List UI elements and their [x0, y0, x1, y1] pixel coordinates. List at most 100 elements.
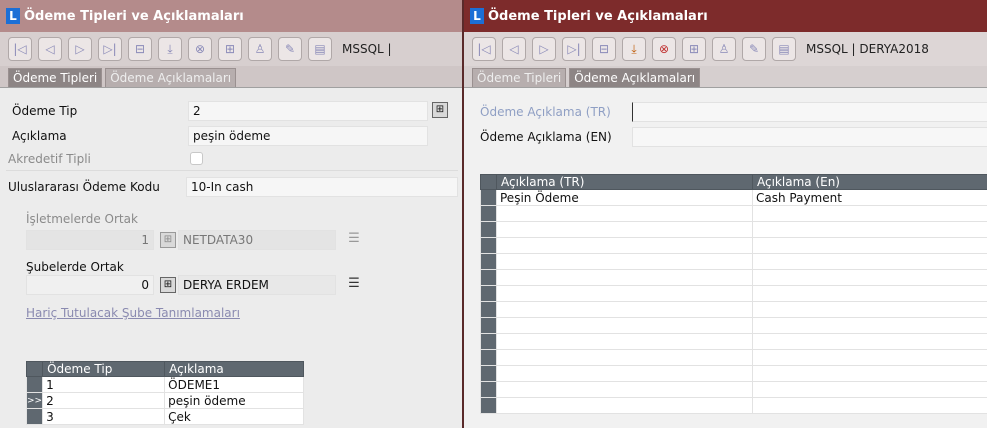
en-input[interactable] [632, 127, 987, 147]
title-bar: L Ödeme Tipleri ve Açıklamaları [0, 0, 462, 32]
table-row[interactable]: 3 Çek [25, 408, 304, 425]
minus-icon[interactable]: ⊟ [128, 37, 152, 61]
tab-odeme-aciklamalari[interactable]: Ödeme Açıklamaları [105, 68, 237, 87]
cell-aciklama-tr[interactable] [496, 381, 753, 398]
sube-lookup-icon[interactable]: ⊞ [160, 277, 176, 293]
next-record-icon[interactable]: ▷ [68, 37, 92, 61]
window-title: Ödeme Tipleri ve Açıklamaları [24, 8, 244, 24]
cell-aciklama-en[interactable] [752, 381, 987, 398]
row-marker [480, 333, 497, 350]
last-record-icon[interactable]: ▷| [562, 37, 586, 61]
prev-record-icon[interactable]: ◁ [38, 37, 62, 61]
lookup-icon[interactable]: ⊞ [432, 102, 448, 118]
cell-aciklama-en[interactable] [752, 301, 987, 318]
cell-aciklama-en[interactable] [752, 205, 987, 222]
first-record-icon[interactable]: |◁ [8, 37, 32, 61]
col-aciklama-en[interactable]: Açıklama (En) [752, 174, 987, 190]
cell-aciklama-en[interactable] [752, 221, 987, 238]
log-icon[interactable]: ▤ [772, 37, 796, 61]
isletme-lookup-icon: ⊞ [160, 232, 176, 248]
cell-aciklama-tr[interactable] [496, 301, 753, 318]
table-row[interactable]: >> 2 peşin ödeme [25, 392, 304, 409]
cell-aciklama-tr[interactable] [496, 237, 753, 254]
cell-aciklama-tr[interactable]: Peşin Ödeme [496, 189, 753, 206]
table-row[interactable] [480, 269, 987, 286]
cell-aciklama-en[interactable] [752, 285, 987, 302]
cell-aciklama[interactable]: Çek [164, 408, 304, 425]
cell-aciklama-en[interactable] [752, 253, 987, 270]
cell-aciklama-tr[interactable] [496, 221, 753, 238]
cell-aciklama-en[interactable]: Cash Payment [752, 189, 987, 206]
download-icon[interactable]: ⤓ [158, 37, 182, 61]
cell-aciklama-tr[interactable] [496, 205, 753, 222]
cell-aciklama-tr[interactable] [496, 285, 753, 302]
cell-aciklama-tr[interactable] [496, 333, 753, 350]
tr-input[interactable] [632, 102, 987, 122]
cell-aciklama-en[interactable] [752, 269, 987, 286]
table-row[interactable] [480, 333, 987, 350]
tab-odeme-tipleri[interactable]: Ödeme Tipleri [8, 68, 103, 87]
close-circle-icon[interactable]: ⊗ [188, 37, 212, 61]
cell-aciklama-tr[interactable] [496, 317, 753, 334]
close-circle-icon[interactable]: ⊗ [652, 37, 676, 61]
table-row[interactable] [480, 221, 987, 238]
table-row[interactable] [480, 317, 987, 334]
table-row[interactable] [480, 397, 987, 414]
user-icon[interactable]: ♙ [248, 37, 272, 61]
first-record-icon[interactable]: |◁ [472, 37, 496, 61]
cell-aciklama-tr[interactable] [496, 365, 753, 382]
odeme-tip-input[interactable]: 2 [188, 101, 428, 121]
cell-aciklama-tr[interactable] [496, 349, 753, 366]
col-aciklama-tr[interactable]: Açıklama (TR) [496, 174, 753, 190]
table-row[interactable] [480, 205, 987, 222]
table-row[interactable] [480, 349, 987, 366]
add-icon[interactable]: ⊞ [682, 37, 706, 61]
cell-aciklama-en[interactable] [752, 365, 987, 382]
user-icon[interactable]: ♙ [712, 37, 736, 61]
sube-number[interactable]: 0 [26, 275, 154, 295]
table-row[interactable] [480, 365, 987, 382]
cell-aciklama[interactable]: ÖDEME1 [164, 376, 304, 393]
download-icon[interactable]: ⤓ [622, 37, 646, 61]
cell-aciklama-en[interactable] [752, 317, 987, 334]
cell-tip[interactable]: 3 [42, 408, 166, 425]
next-record-icon[interactable]: ▷ [532, 37, 556, 61]
table-row[interactable]: 1 ÖDEME1 [25, 376, 304, 393]
table-row[interactable] [480, 381, 987, 398]
cell-aciklama-tr[interactable] [496, 253, 753, 270]
last-record-icon[interactable]: ▷| [98, 37, 122, 61]
table-row[interactable] [480, 253, 987, 270]
cell-aciklama-en[interactable] [752, 349, 987, 366]
cell-aciklama[interactable]: peşin ödeme [164, 392, 304, 409]
cell-aciklama-tr[interactable] [496, 397, 753, 414]
cell-tip[interactable]: 1 [42, 376, 166, 393]
edit-icon[interactable]: ✎ [278, 37, 302, 61]
table-row[interactable] [480, 237, 987, 254]
cell-aciklama-en[interactable] [752, 397, 987, 414]
row-header-col [480, 174, 497, 190]
sube-list-icon[interactable]: ☰ [346, 277, 362, 293]
sube-name: DERYA ERDEM [178, 275, 336, 295]
prev-record-icon[interactable]: ◁ [502, 37, 526, 61]
edit-icon[interactable]: ✎ [742, 37, 766, 61]
toolbar: |◁ ◁ ▷ ▷| ⊟ ⤓ ⊗ ⊞ ♙ ✎ ▤ MSSQL | DERYA201… [464, 32, 987, 66]
add-icon[interactable]: ⊞ [218, 37, 242, 61]
tab-odeme-aciklamalari[interactable]: Ödeme Açıklamaları [569, 68, 701, 87]
table-row[interactable] [480, 301, 987, 318]
tab-odeme-tipleri[interactable]: Ödeme Tipleri [472, 68, 567, 87]
table-row[interactable]: Peşin Ödeme Cash Payment [480, 189, 987, 206]
akreditif-checkbox[interactable] [190, 152, 203, 165]
minus-icon[interactable]: ⊟ [592, 37, 616, 61]
aciklama-input[interactable]: peşin ödeme [188, 126, 428, 146]
cell-tip[interactable]: 2 [42, 392, 166, 409]
excluded-branches-link[interactable]: Hariç Tutulacak Şube Tanımlamaları [26, 306, 240, 320]
col-odeme-tip[interactable]: Ödeme Tip [42, 361, 166, 377]
cell-aciklama-en[interactable] [752, 333, 987, 350]
col-aciklama[interactable]: Açıklama [164, 361, 304, 377]
cell-aciklama-tr[interactable] [496, 269, 753, 286]
row-marker [480, 253, 497, 270]
cell-aciklama-en[interactable] [752, 237, 987, 254]
log-icon[interactable]: ▤ [308, 37, 332, 61]
kod-input[interactable]: 10-In cash [186, 177, 458, 197]
table-row[interactable] [480, 285, 987, 302]
